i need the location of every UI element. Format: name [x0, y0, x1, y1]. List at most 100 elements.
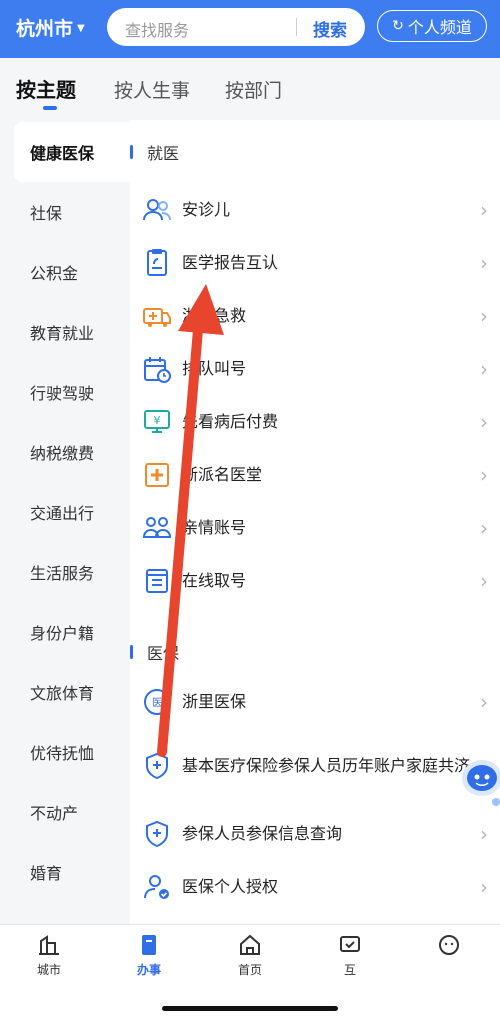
chevron-right-icon: › — [480, 410, 488, 434]
sidebar-item-household[interactable]: 身份户籍 — [0, 602, 130, 662]
report-icon — [142, 248, 172, 278]
family-icon — [142, 513, 172, 543]
list-item-label: 亲情账号 — [182, 517, 247, 537]
sidebar-item-culture-sports[interactable]: 文旅体育 — [0, 662, 130, 722]
people-icon — [142, 195, 172, 225]
top-header: 杭州市 ▼ 查找服务 搜索 ↻ 个人频道 — [0, 0, 500, 58]
sidebar-item-preferential[interactable]: 优待抚恤 — [0, 722, 130, 782]
chevron-right-icon: › — [480, 516, 488, 540]
search-input[interactable]: 查找服务 — [125, 17, 189, 41]
sidebar-item-marriage[interactable]: 婚育 — [0, 842, 130, 902]
tab-by-department[interactable]: 按部门 — [225, 76, 282, 103]
search-button[interactable]: 搜索 — [313, 16, 347, 41]
nav-city[interactable]: 城市 — [14, 933, 84, 978]
nav-label: 城市 — [36, 963, 61, 977]
sidebar-item-housing-fund[interactable]: 公积金 — [0, 242, 130, 302]
mine-icon — [439, 935, 459, 955]
chevron-right-icon: › — [480, 251, 488, 275]
active-tab-indicator — [43, 106, 57, 110]
section-marker — [130, 145, 133, 159]
personal-channel-button[interactable]: ↻ 个人频道 — [377, 10, 487, 42]
sidebar-item-social-security[interactable]: 社保 — [0, 182, 130, 242]
home-icon — [240, 934, 260, 955]
list-item[interactable]: 浙派名医堂 › — [142, 449, 488, 501]
robot-icon — [462, 760, 500, 806]
chevron-down-icon: ▼ — [77, 23, 85, 34]
list-item-label: 浙里急救 — [182, 305, 247, 325]
sidebar-item-health[interactable]: 健康医保 — [14, 122, 130, 182]
list-item-label: 安诊儿 — [182, 199, 231, 219]
list-item[interactable]: 安诊儿 › — [142, 184, 488, 236]
sidebar-item-education[interactable]: 教育就业 — [0, 302, 130, 362]
sidebar-item-life-service[interactable]: 生活服务 — [0, 542, 130, 602]
ambulance-icon — [142, 301, 172, 331]
list-item[interactable]: 医 浙里医保 › — [142, 676, 488, 728]
nav-interact[interactable]: 互 — [315, 933, 385, 978]
list-item-label: 基本医疗保险参保人员历年账户家庭共济 — [182, 755, 471, 775]
clinic-icon — [142, 460, 172, 490]
nav-affairs[interactable]: 办事 — [114, 933, 184, 978]
section-header-medical: 就医 — [130, 139, 179, 165]
chevron-right-icon: › — [480, 690, 488, 714]
shield-search-icon — [142, 819, 172, 849]
svg-text:¥: ¥ — [154, 414, 161, 427]
personal-channel-label: 个人频道 — [407, 18, 472, 37]
service-list: 就医 安诊儿 › 医学报告互认 › 浙里急救 › 排队叫号 › ¥ 先看病后付费 — [130, 120, 500, 924]
ticket-icon — [142, 566, 172, 596]
chevron-right-icon: › — [480, 463, 488, 487]
yuan-monitor-icon: ¥ — [142, 407, 172, 437]
category-sidebar: 健康医保 社保 公积金 教育就业 行驶驾驶 纳税缴费 交通出行 生活服务 身份户… — [0, 120, 130, 924]
search-bar[interactable]: 查找服务 搜索 — [107, 8, 365, 46]
section-title: 就医 — [147, 144, 180, 163]
chevron-right-icon: › — [480, 569, 488, 593]
list-item[interactable]: 在线取号 › — [142, 555, 488, 607]
assistant-float-button[interactable] — [454, 752, 500, 808]
home-indicator — [162, 1006, 338, 1011]
list-item[interactable]: 医学报告互认 › — [142, 237, 488, 289]
tab-by-theme[interactable]: 按主题 — [16, 74, 76, 103]
tab-by-life-event[interactable]: 按人生事 — [114, 76, 190, 103]
list-item-label: 浙派名医堂 — [182, 464, 263, 484]
section-marker — [130, 645, 133, 659]
list-item-label: 在线取号 — [182, 570, 247, 590]
list-item-label: 参保人员参保信息查询 — [182, 823, 343, 843]
city-selector[interactable]: 杭州市 ▼ — [16, 14, 85, 41]
city-name: 杭州市 — [16, 18, 74, 40]
list-item[interactable]: ¥ 先看病后付费 › — [142, 396, 488, 448]
nav-home[interactable]: 首页 — [215, 933, 285, 978]
list-item-label: 浙里医保 — [182, 691, 247, 711]
chevron-right-icon: › — [480, 822, 488, 846]
chevron-right-icon: › — [480, 198, 488, 222]
sidebar-item-tax[interactable]: 纳税缴费 — [0, 422, 130, 482]
list-item[interactable]: 基本医疗保险参保人员历年账户家庭共济 › — [142, 734, 488, 798]
list-item[interactable]: 排队叫号 › — [142, 343, 488, 395]
nav-label: 互 — [343, 963, 356, 977]
sidebar-item-real-estate[interactable]: 不动产 — [0, 782, 130, 842]
chevron-right-icon: › — [480, 875, 488, 899]
section-title: 医保 — [147, 644, 180, 663]
list-item-label: 医保个人授权 — [182, 876, 279, 896]
list-item[interactable]: 医保个人授权 › — [142, 861, 488, 913]
nav-mine[interactable] — [414, 933, 484, 961]
section-header-insurance: 医保 — [130, 639, 179, 665]
calendar-clock-icon — [142, 354, 172, 384]
city-icon — [39, 935, 59, 955]
chevron-right-icon: › — [480, 304, 488, 328]
affairs-icon — [142, 935, 156, 955]
list-item[interactable]: 参保人员参保信息查询 › — [142, 808, 488, 860]
svg-text:医: 医 — [152, 697, 162, 709]
sidebar-item-traffic[interactable]: 交通出行 — [0, 482, 130, 542]
nav-label: 首页 — [237, 963, 262, 977]
sidebar-item-driving[interactable]: 行驶驾驶 — [0, 362, 130, 422]
list-item-label: 排队叫号 — [182, 358, 247, 378]
list-item-label: 医学报告互认 — [182, 252, 279, 272]
list-item-label: 先看病后付费 — [182, 411, 279, 431]
search-divider — [296, 18, 297, 36]
medical-insurance-icon: 医 — [142, 687, 172, 717]
list-item[interactable]: 亲情账号 › — [142, 502, 488, 554]
list-item[interactable]: 浙里急救 › — [142, 290, 488, 342]
switch-icon: ↻ — [392, 18, 404, 34]
nav-label: 办事 — [136, 963, 161, 977]
chevron-right-icon: › — [480, 357, 488, 381]
topic-tabs: 按主题 按人生事 按部门 — [0, 58, 500, 120]
